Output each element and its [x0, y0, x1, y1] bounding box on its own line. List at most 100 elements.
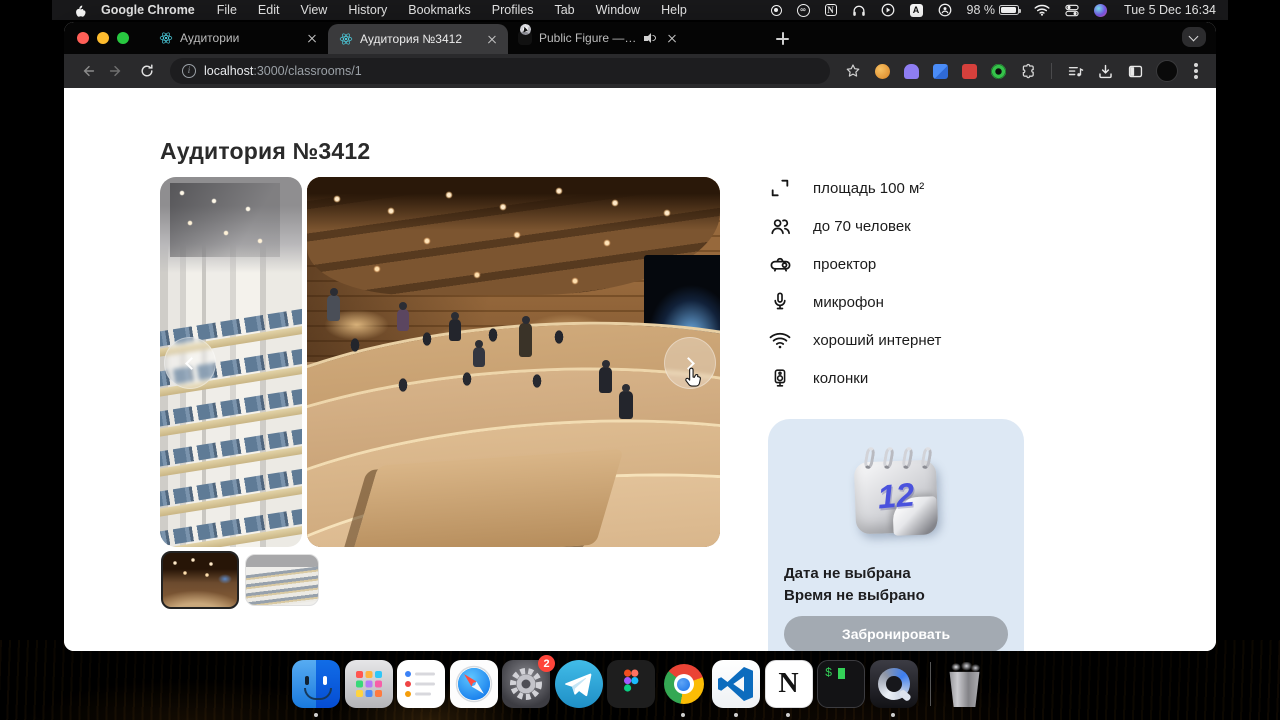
photo-carousel[interactable] — [160, 177, 720, 547]
menu-item-edit[interactable]: Edit — [258, 3, 280, 17]
window-close-button[interactable] — [77, 32, 89, 44]
reload-icon[interactable] — [134, 58, 160, 84]
site-info-icon[interactable]: i — [182, 64, 196, 78]
chevron-left-icon — [185, 357, 198, 370]
menu-kebab-icon[interactable] — [1194, 69, 1198, 73]
menu-item-view[interactable]: View — [300, 3, 327, 17]
dock-item-chrome[interactable] — [660, 660, 708, 708]
red-extension-icon[interactable] — [962, 63, 977, 79]
tab-search-button[interactable] — [1182, 27, 1206, 47]
feature-row: до 70 человек — [768, 214, 941, 238]
youtube-favicon-icon — [518, 23, 532, 45]
tab-title: Аудитории — [180, 31, 240, 45]
side-panel-icon[interactable] — [1122, 58, 1148, 84]
url-path: :3000/classrooms/1 — [253, 64, 362, 78]
carousel-prev-button[interactable] — [164, 337, 216, 389]
dock-item-safari[interactable] — [449, 660, 498, 708]
dock-item-vscode[interactable] — [712, 660, 760, 708]
feature-label: хороший интернет — [813, 331, 942, 349]
page-content: Аудитория №3412 площадь 100 м² до 70 чел… — [64, 88, 1216, 651]
menu-item-bookmarks[interactable]: Bookmarks — [408, 3, 471, 17]
siri-icon[interactable] — [1094, 3, 1108, 17]
feature-list: площадь 100 м² до 70 человек проектор ми… — [768, 176, 941, 390]
control-center-icon[interactable] — [1065, 4, 1079, 17]
running-indicator-quicktime — [891, 713, 895, 717]
tab-close-icon[interactable] — [304, 30, 320, 46]
dock-divider — [930, 662, 931, 706]
tab-close-icon[interactable] — [664, 30, 680, 46]
tab-youtube-video[interactable]: Public Figure — YoungBo — [508, 22, 688, 54]
menu-item-tab[interactable]: Tab — [554, 3, 574, 17]
bookmark-star-icon[interactable] — [840, 58, 866, 84]
adobe-cc-icon[interactable]: ∞ — [796, 3, 810, 17]
menu-item-profiles[interactable]: Profiles — [492, 3, 534, 17]
dock-item-launchpad[interactable] — [344, 660, 393, 708]
record-icon[interactable] — [770, 4, 782, 16]
dock: 2 N $ — [292, 655, 986, 708]
tab-auditorii[interactable]: Аудитории — [148, 22, 328, 54]
menu-bar: Google Chrome File Edit View History Boo… — [52, 0, 1228, 20]
menu-item-window[interactable]: Window — [596, 3, 640, 17]
notification-badge: 2 — [538, 655, 555, 672]
headphones-icon[interactable] — [852, 4, 866, 17]
active-app-name[interactable]: Google Chrome — [101, 3, 195, 17]
green-ring-extension-icon[interactable] — [991, 63, 1006, 79]
cookie-extension-icon[interactable] — [875, 63, 890, 79]
url-host: localhost — [204, 64, 254, 78]
extensions-puzzle-icon[interactable] — [1015, 58, 1041, 84]
menu-bar-clock[interactable]: Tue 5 Dec 16:34 — [1124, 3, 1216, 17]
notion-status-icon[interactable]: N — [824, 4, 837, 16]
media-control-icon[interactable] — [1062, 58, 1088, 84]
profile-avatar[interactable] — [1156, 60, 1178, 82]
tab-auditoria-3412[interactable]: Аудитория №3412 — [328, 24, 508, 54]
toolbar-divider — [1051, 63, 1052, 79]
dock-item-finder[interactable] — [292, 660, 340, 708]
new-tab-button[interactable] — [774, 30, 791, 47]
feature-label: до 70 человек — [813, 217, 911, 235]
running-indicator-vscode — [734, 713, 738, 717]
projector-icon — [768, 252, 792, 276]
feature-row: микрофон — [768, 290, 941, 314]
mouse-cursor-pointer — [683, 366, 704, 395]
wifi-icon[interactable] — [1034, 4, 1050, 16]
menu-item-file[interactable]: File — [217, 3, 237, 17]
dock-item-notion[interactable]: N — [764, 660, 813, 708]
translate-extension-icon[interactable] — [933, 63, 948, 79]
user-clock-icon[interactable] — [938, 3, 952, 17]
book-button[interactable]: Забронировать — [784, 616, 1008, 651]
window-minimize-button[interactable] — [97, 32, 109, 44]
battery-indicator[interactable]: 98 % — [967, 3, 1022, 17]
thumbnail-wooden-hall[interactable] — [161, 551, 239, 609]
dock-item-quicktime[interactable] — [869, 660, 918, 708]
apple-menu-icon[interactable] — [72, 3, 87, 18]
keyboard-a-icon[interactable]: A — [909, 3, 923, 17]
window-zoom-button[interactable] — [117, 32, 129, 44]
tab-title: Аудитория №3412 — [360, 32, 462, 46]
download-icon[interactable] — [1092, 58, 1118, 84]
speaker-icon — [768, 366, 792, 390]
play-circle-icon[interactable] — [881, 3, 895, 17]
feature-label: микрофон — [813, 293, 884, 311]
tab-strip: Аудитории Аудитория №3412 Public Figure … — [64, 22, 1216, 54]
running-indicator-finder — [314, 713, 318, 717]
thumbnail-light-classroom[interactable] — [245, 554, 319, 606]
dock-item-telegram[interactable] — [554, 660, 603, 708]
tab-title: Public Figure — YoungBo — [539, 31, 637, 45]
menu-item-help[interactable]: Help — [661, 3, 687, 17]
wifi-icon — [768, 328, 792, 352]
back-icon[interactable] — [74, 58, 100, 84]
dock-item-figma[interactable] — [607, 660, 655, 708]
dock-item-reminders[interactable] — [397, 660, 445, 708]
dock-item-system-settings[interactable]: 2 — [502, 655, 555, 708]
carousel-slide-current[interactable] — [307, 177, 720, 547]
feature-label: колонки — [813, 369, 869, 387]
tab-audio-icon[interactable] — [644, 32, 658, 44]
dock-item-trash[interactable] — [944, 660, 986, 708]
dock-item-terminal[interactable]: $ — [817, 660, 865, 708]
address-bar[interactable]: i localhost:3000/classrooms/1 — [170, 58, 830, 84]
tab-close-icon[interactable] — [484, 31, 500, 47]
ghost-extension-icon[interactable] — [904, 63, 919, 79]
feature-row: колонки — [768, 366, 941, 390]
menu-item-history[interactable]: History — [348, 3, 387, 17]
forward-icon[interactable] — [104, 58, 130, 84]
